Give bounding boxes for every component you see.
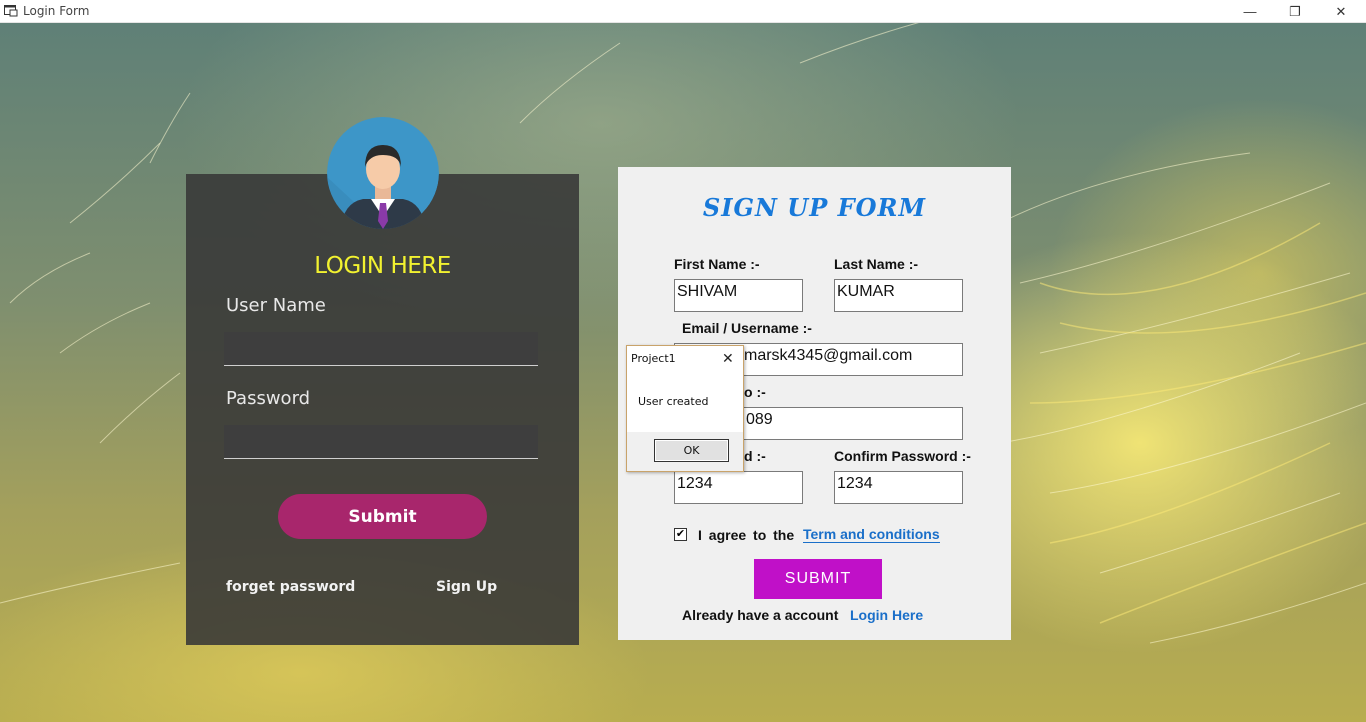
user-avatar-icon	[327, 117, 439, 229]
password-input[interactable]	[224, 425, 538, 459]
sign-up-link[interactable]: Sign Up	[436, 579, 497, 595]
last-name-field[interactable]: KUMAR	[834, 279, 963, 312]
agree-checkbox[interactable]: ✔	[674, 528, 687, 541]
signup-submit-button[interactable]: SUBMIT	[754, 559, 882, 599]
message-box-title: Project1	[631, 352, 676, 365]
ok-button[interactable]: OK	[654, 439, 729, 462]
maximize-button[interactable]: ❐	[1272, 0, 1318, 23]
login-panel	[186, 174, 579, 645]
message-box: Project1 ✕ User created OK	[626, 345, 744, 472]
password-label: Password	[226, 388, 311, 409]
message-box-footer: OK	[627, 432, 743, 471]
terms-link[interactable]: Term and conditions	[803, 527, 940, 543]
first-name-field[interactable]: SHIVAM	[674, 279, 803, 312]
agree-label: I agree to the	[698, 527, 795, 543]
message-box-close-icon[interactable]: ✕	[722, 350, 734, 367]
login-title: LOGIN HERE	[314, 253, 451, 279]
already-account-text: Already have a account	[682, 607, 839, 623]
confirm-password-field[interactable]: 1234	[834, 471, 963, 504]
first-name-label: First Name :-	[674, 256, 760, 272]
confirm-password-label: Confirm Password :-	[834, 448, 971, 464]
email-label: Email / Username :-	[682, 320, 812, 336]
username-label: User Name	[226, 295, 326, 316]
close-button[interactable]: ✕	[1318, 0, 1364, 23]
forget-password-link[interactable]: forget password	[226, 579, 355, 595]
title-bar: Login Form — ❐ ✕	[0, 0, 1366, 23]
app-icon	[4, 5, 18, 17]
password-signup-label: d :-	[744, 448, 766, 464]
message-box-text: User created	[638, 395, 709, 408]
signup-title: SIGN UP FORM	[702, 193, 927, 222]
minimize-button[interactable]: —	[1227, 0, 1273, 23]
login-here-link[interactable]: Login Here	[850, 607, 923, 623]
password-signup-field[interactable]: 1234	[674, 471, 803, 504]
login-submit-button[interactable]: Submit	[278, 494, 487, 539]
username-input[interactable]	[224, 332, 538, 366]
last-name-label: Last Name :-	[834, 256, 919, 272]
window-title: Login Form	[23, 4, 90, 18]
mobile-label: o :-	[744, 384, 766, 400]
